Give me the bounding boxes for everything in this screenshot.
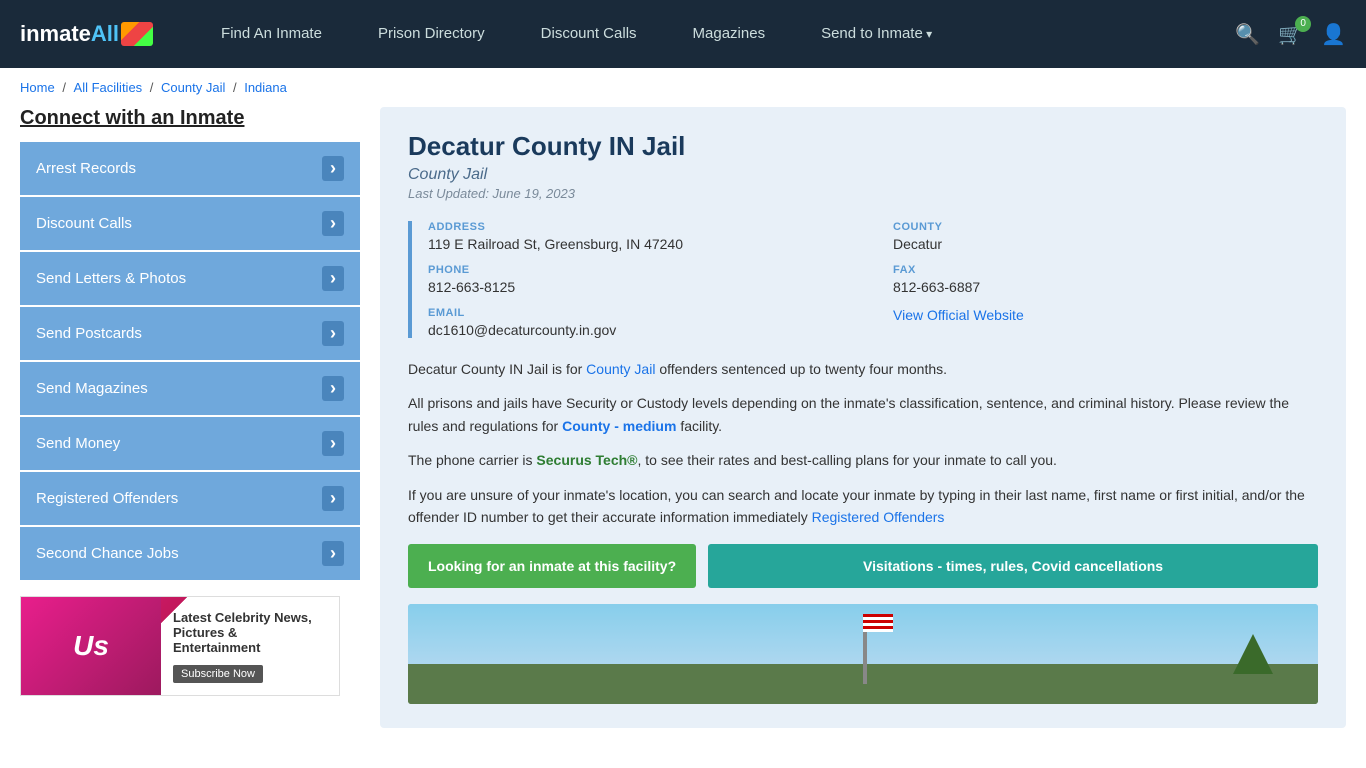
phone-label: PHONE bbox=[428, 264, 853, 276]
sidebar-menu: Arrest Records › Discount Calls › Send L… bbox=[20, 142, 360, 580]
fax-label: FAX bbox=[893, 264, 1318, 276]
visitations-button[interactable]: Visitations - times, rules, Covid cancel… bbox=[708, 544, 1318, 588]
breadcrumb-indiana[interactable]: Indiana bbox=[244, 80, 287, 95]
nav-find-inmate[interactable]: Find An Inmate bbox=[193, 0, 350, 68]
sidebar-item-registered-offenders[interactable]: Registered Offenders › bbox=[20, 472, 360, 525]
sidebar-item-send-postcards[interactable]: Send Postcards › bbox=[20, 307, 360, 360]
nav-magazines[interactable]: Magazines bbox=[665, 0, 794, 68]
search-icon[interactable]: 🔍 bbox=[1235, 22, 1260, 47]
nav-send-to-inmate[interactable]: Send to Inmate bbox=[793, 0, 960, 68]
facility-phone: PHONE 812-663-8125 bbox=[428, 264, 853, 295]
nav-discount-calls[interactable]: Discount Calls bbox=[513, 0, 665, 68]
facility-address: ADDRESS 119 E Railroad St, Greensburg, I… bbox=[428, 221, 853, 252]
action-buttons: Looking for an inmate at this facility? … bbox=[408, 544, 1318, 588]
website-link[interactable]: View Official Website bbox=[893, 307, 1024, 323]
registered-offenders-link[interactable]: Registered Offenders bbox=[812, 509, 945, 525]
chevron-right-icon: › bbox=[322, 486, 344, 511]
facility-image bbox=[408, 604, 1318, 704]
sidebar-item-second-chance-jobs[interactable]: Second Chance Jobs › bbox=[20, 527, 360, 580]
facility-county: COUNTY Decatur bbox=[893, 221, 1318, 252]
nav-icons: 🔍 🛒 0 👤 bbox=[1235, 22, 1346, 47]
nav-prison-directory[interactable]: Prison Directory bbox=[350, 0, 513, 68]
county-label: COUNTY bbox=[893, 221, 1318, 233]
sidebar-item-send-magazines[interactable]: Send Magazines › bbox=[20, 362, 360, 415]
desc-para-3: The phone carrier is Securus Tech®, to s… bbox=[408, 449, 1318, 471]
county-jail-link[interactable]: County Jail bbox=[586, 361, 655, 377]
facility-updated: Last Updated: June 19, 2023 bbox=[408, 186, 1318, 201]
facility-info-grid: ADDRESS 119 E Railroad St, Greensburg, I… bbox=[408, 221, 1318, 338]
facility-email: EMAIL dc1610@decaturcounty.in.gov bbox=[428, 307, 853, 338]
desc-para-2: All prisons and jails have Security or C… bbox=[408, 392, 1318, 437]
facility-description: Decatur County IN Jail is for County Jai… bbox=[408, 358, 1318, 528]
facility-content: Decatur County IN Jail County Jail Last … bbox=[380, 107, 1346, 728]
user-icon[interactable]: 👤 bbox=[1321, 22, 1346, 47]
chevron-right-icon: › bbox=[322, 321, 344, 346]
sidebar-title: Connect with an Inmate bbox=[20, 107, 360, 130]
phone-value: 812-663-8125 bbox=[428, 279, 853, 295]
sidebar-item-send-letters[interactable]: Send Letters & Photos › bbox=[20, 252, 360, 305]
facility-fax: FAX 812-663-6887 bbox=[893, 264, 1318, 295]
find-inmate-button[interactable]: Looking for an inmate at this facility? bbox=[408, 544, 696, 588]
cart-badge: 0 bbox=[1295, 16, 1311, 32]
sidebar-item-arrest-records[interactable]: Arrest Records › bbox=[20, 142, 360, 195]
securus-link[interactable]: Securus Tech® bbox=[536, 452, 637, 468]
logo-text: inmateAll bbox=[20, 21, 119, 47]
facility-type: County Jail bbox=[408, 166, 1318, 184]
county-medium-link[interactable]: County - medium bbox=[562, 418, 676, 434]
fax-value: 812-663-6887 bbox=[893, 279, 1318, 295]
cart-icon[interactable]: 🛒 0 bbox=[1278, 22, 1303, 47]
facility-website: View Official Website bbox=[893, 307, 1318, 338]
sidebar-ad-title: Latest Celebrity News, Pictures & Entert… bbox=[173, 610, 327, 655]
chevron-right-icon: › bbox=[322, 211, 344, 236]
chevron-right-icon: › bbox=[322, 431, 344, 456]
logo-icon bbox=[121, 22, 153, 46]
breadcrumb-home[interactable]: Home bbox=[20, 80, 55, 95]
sidebar-ad[interactable]: Us Latest Celebrity News, Pictures & Ent… bbox=[20, 596, 340, 696]
chevron-right-icon: › bbox=[322, 376, 344, 401]
address-label: ADDRESS bbox=[428, 221, 853, 233]
logo[interactable]: inmateAll bbox=[20, 21, 153, 47]
facility-title: Decatur County IN Jail bbox=[408, 131, 1318, 162]
breadcrumb-county-jail[interactable]: County Jail bbox=[161, 80, 225, 95]
flag bbox=[863, 614, 893, 632]
email-value: dc1610@decaturcounty.in.gov bbox=[428, 322, 853, 338]
address-value: 119 E Railroad St, Greensburg, IN 47240 bbox=[428, 236, 853, 252]
tree bbox=[1233, 634, 1273, 674]
navbar: inmateAll Find An Inmate Prison Director… bbox=[0, 0, 1366, 68]
sidebar-ad-content: Latest Celebrity News, Pictures & Entert… bbox=[161, 600, 339, 693]
sidebar-item-discount-calls[interactable]: Discount Calls › bbox=[20, 197, 360, 250]
sidebar-item-send-money[interactable]: Send Money › bbox=[20, 417, 360, 470]
sidebar-ad-subscribe-button[interactable]: Subscribe Now bbox=[173, 665, 263, 683]
desc-para-1: Decatur County IN Jail is for County Jai… bbox=[408, 358, 1318, 380]
main-layout: Connect with an Inmate Arrest Records › … bbox=[0, 107, 1366, 728]
chevron-right-icon: › bbox=[322, 156, 344, 181]
county-value: Decatur bbox=[893, 236, 1318, 252]
chevron-right-icon: › bbox=[322, 541, 344, 566]
nav-links: Find An Inmate Prison Directory Discount… bbox=[193, 0, 1235, 68]
chevron-right-icon: › bbox=[322, 266, 344, 291]
sidebar-ad-brand: Us bbox=[21, 596, 161, 696]
breadcrumb: Home / All Facilities / County Jail / In… bbox=[0, 68, 1366, 107]
email-label: EMAIL bbox=[428, 307, 853, 319]
breadcrumb-all-facilities[interactable]: All Facilities bbox=[74, 80, 143, 95]
desc-para-4: If you are unsure of your inmate's locat… bbox=[408, 484, 1318, 529]
sidebar: Connect with an Inmate Arrest Records › … bbox=[20, 107, 360, 696]
